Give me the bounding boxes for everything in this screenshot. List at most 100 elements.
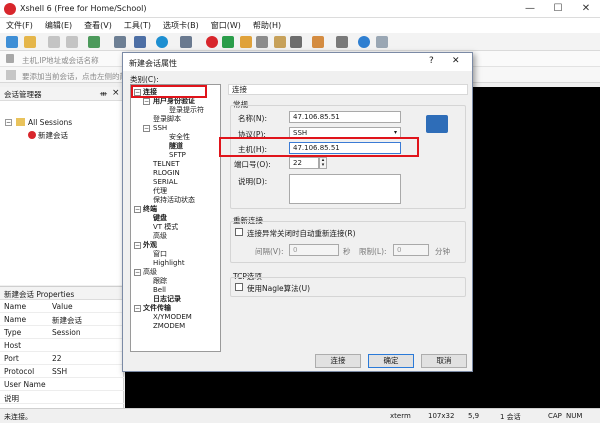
xshell-logo-icon: [4, 3, 16, 15]
globe-icon[interactable]: [156, 36, 168, 48]
expand-toggle[interactable]: −: [134, 269, 141, 276]
menu-tools[interactable]: 工具(T): [118, 18, 157, 33]
tree-node-file-transfer[interactable]: 文件传输: [143, 304, 171, 312]
find-icon[interactable]: [114, 36, 126, 48]
session-properties-icon[interactable]: [88, 36, 100, 48]
layout-icon[interactable]: [312, 36, 324, 48]
menu-tab[interactable]: 选项卡(B): [157, 18, 205, 33]
name-input[interactable]: 47.106.85.51: [289, 111, 401, 123]
open-folder-icon[interactable]: [24, 36, 36, 48]
new-session-icon[interactable]: [6, 36, 18, 48]
tree-node-terminal-advanced[interactable]: 高级: [153, 232, 167, 240]
connect-button[interactable]: 连接: [315, 354, 361, 368]
tree-node-keepalive[interactable]: 保持活动状态: [153, 196, 195, 204]
tree-node-keyboard[interactable]: 键盘: [153, 214, 167, 222]
panel-close-icon[interactable]: ×: [112, 88, 120, 98]
xftp-icon[interactable]: [222, 36, 234, 48]
tree-node-appearance[interactable]: 外观: [143, 241, 157, 249]
tree-node-vt-mode[interactable]: VT 模式: [153, 223, 178, 231]
nagle-checkbox[interactable]: [235, 283, 243, 291]
tree-node-zmodem[interactable]: ZMODEM: [153, 322, 185, 330]
keyboard-icon[interactable]: [274, 36, 286, 48]
reconnect-icon[interactable]: [48, 36, 60, 48]
new-session-properties-dialog: 新建会话属性 ? ✕ 类别(C): − 连接 − 用户身份验证 登录提示符 登录…: [122, 52, 473, 372]
expand-toggle[interactable]: −: [134, 206, 141, 213]
chat-icon[interactable]: [376, 36, 388, 48]
transfer-icon[interactable]: [240, 36, 252, 48]
pin-icon[interactable]: ᚒ: [100, 89, 107, 98]
address-input[interactable]: 主机,IP地址或会话名称: [22, 55, 99, 66]
menu-window[interactable]: 窗口(W): [205, 18, 247, 33]
collapse-toggle[interactable]: −: [5, 119, 12, 126]
limit-input[interactable]: 0: [393, 244, 429, 256]
lock-icon[interactable]: [256, 36, 268, 48]
tree-node-serial[interactable]: SERIAL: [153, 178, 177, 186]
menu-edit[interactable]: 编辑(E): [39, 18, 78, 33]
title-bar: Xshell 6 (Free for Home/School) — ☐ ✕: [0, 0, 600, 18]
tree-node-login-script[interactable]: 登录脚本: [153, 115, 181, 123]
status-bar: 未连接。 xterm 107x32 5,9 1 会话 CAP NUM: [0, 408, 600, 423]
cancel-button[interactable]: 取消: [421, 354, 467, 368]
port-label: 端口号(O):: [234, 160, 271, 169]
tree-node-advanced[interactable]: 高级: [143, 268, 157, 276]
tree-node-sftp[interactable]: SFTP: [169, 151, 186, 159]
description-label: 说明(D):: [238, 177, 268, 186]
row-value: SSH: [52, 367, 68, 376]
tree-node-rlogin[interactable]: RLOGIN: [153, 169, 180, 177]
add-session-arrow-icon[interactable]: [6, 70, 16, 80]
session-manager-title: 会话管理器: [4, 90, 42, 99]
expand-toggle[interactable]: −: [134, 305, 141, 312]
ok-button[interactable]: 确定: [368, 354, 414, 368]
tree-item-all-sessions[interactable]: All Sessions: [28, 118, 72, 127]
lock-icon: [6, 54, 14, 63]
row-key: Type: [4, 328, 22, 337]
disconnect-icon[interactable]: [66, 36, 78, 48]
tree-node-ssh[interactable]: SSH: [153, 124, 167, 132]
tree-node-xymodem[interactable]: X/YMODEM: [153, 313, 192, 321]
dialog-help-button[interactable]: ?: [429, 56, 434, 66]
tree-node-tunneling[interactable]: 隧道: [169, 142, 183, 150]
tab-icon[interactable]: [336, 36, 348, 48]
expand-toggle[interactable]: −: [143, 125, 150, 132]
properties-column-header: Name Value: [0, 300, 124, 313]
caps-indicator: CAP: [548, 412, 562, 420]
tree-node-login-prompt[interactable]: 登录提示符: [169, 106, 204, 114]
tree-node-security[interactable]: 安全性: [169, 133, 190, 141]
expand-toggle[interactable]: −: [134, 242, 141, 249]
minimize-button[interactable]: —: [516, 0, 544, 18]
dialog-close-button[interactable]: ✕: [452, 56, 460, 66]
auto-reconnect-label: 连接异常关闭时自动重新连接(R): [247, 229, 356, 238]
tree-node-highlight[interactable]: Highlight: [153, 259, 185, 267]
tree-node-terminal[interactable]: 终端: [143, 205, 157, 213]
help-icon[interactable]: [358, 36, 370, 48]
xshell-icon[interactable]: [206, 36, 218, 48]
category-tree: − 连接 − 用户身份验证 登录提示符 登录脚本 − SSH 安全性 隧道 SF…: [130, 84, 221, 352]
menu-view[interactable]: 查看(V): [78, 18, 118, 33]
highlight-host-row: [219, 137, 419, 157]
compose-icon[interactable]: [290, 36, 302, 48]
tree-node-window[interactable]: 窗口: [153, 250, 167, 258]
font-icon[interactable]: [180, 36, 192, 48]
menu-bar: 文件(F) 编辑(E) 查看(V) 工具(T) 选项卡(B) 窗口(W) 帮助(H): [0, 18, 600, 33]
tree-node-auth[interactable]: 用户身份验证: [153, 97, 195, 105]
interval-input[interactable]: 0: [289, 244, 339, 256]
tree-node-logging[interactable]: 日志记录: [153, 295, 181, 303]
description-input[interactable]: [289, 174, 401, 204]
tree-item-new-session[interactable]: 新建会话: [38, 130, 68, 141]
port-input[interactable]: 22: [289, 157, 319, 169]
session-count: 1 会话: [500, 413, 521, 421]
auto-reconnect-checkbox[interactable]: [235, 228, 243, 236]
window-title: Xshell 6 (Free for Home/School): [20, 4, 147, 13]
port-spinner[interactable]: ▴ ▾: [319, 157, 327, 169]
tree-node-trace[interactable]: 跟踪: [153, 277, 167, 285]
tree-node-proxy[interactable]: 代理: [153, 187, 167, 195]
expand-toggle[interactable]: −: [143, 98, 150, 105]
tree-node-bell[interactable]: Bell: [153, 286, 166, 294]
maximize-button[interactable]: ☐: [544, 0, 572, 18]
tree-node-telnet[interactable]: TELNET: [153, 160, 180, 168]
row-key: User Name: [4, 380, 46, 389]
menu-help[interactable]: 帮助(H): [247, 18, 287, 33]
close-button[interactable]: ✕: [572, 0, 600, 18]
menu-file[interactable]: 文件(F): [0, 18, 39, 33]
fullscreen-icon[interactable]: [134, 36, 146, 48]
